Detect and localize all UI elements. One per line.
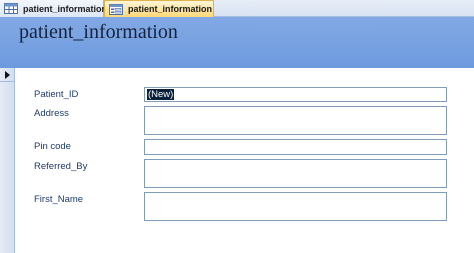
referred-by-field[interactable] xyxy=(144,159,447,188)
first-name-field[interactable] xyxy=(144,192,447,221)
address-label: Address xyxy=(34,108,69,119)
patient-id-label: Patient_ID xyxy=(34,89,79,100)
form-icon xyxy=(109,3,123,15)
pin-code-label: Pin code xyxy=(34,141,71,152)
tab-patient-information-table[interactable]: patient_information xyxy=(0,0,108,17)
document-tab-strip: patient_information patient_information xyxy=(0,0,474,17)
referred-by-label: Referred_By xyxy=(34,161,88,172)
table-icon xyxy=(4,3,18,14)
record-selector[interactable] xyxy=(0,68,15,82)
address-field[interactable] xyxy=(144,106,447,135)
record-selector-bar xyxy=(0,68,15,253)
tab-patient-information-form[interactable]: patient_information xyxy=(104,0,214,17)
pin-code-field[interactable] xyxy=(144,139,447,155)
patient-id-field[interactable]: (New) xyxy=(144,87,447,102)
form-header: patient_information xyxy=(0,17,474,68)
first-name-label: First_Name xyxy=(34,194,84,205)
tab-label: patient_information xyxy=(128,4,213,14)
current-record-arrow-icon xyxy=(5,71,10,79)
tab-label: patient_information xyxy=(23,3,108,14)
patient-id-value: (New) xyxy=(147,89,175,100)
form-title: patient_information xyxy=(19,21,178,43)
